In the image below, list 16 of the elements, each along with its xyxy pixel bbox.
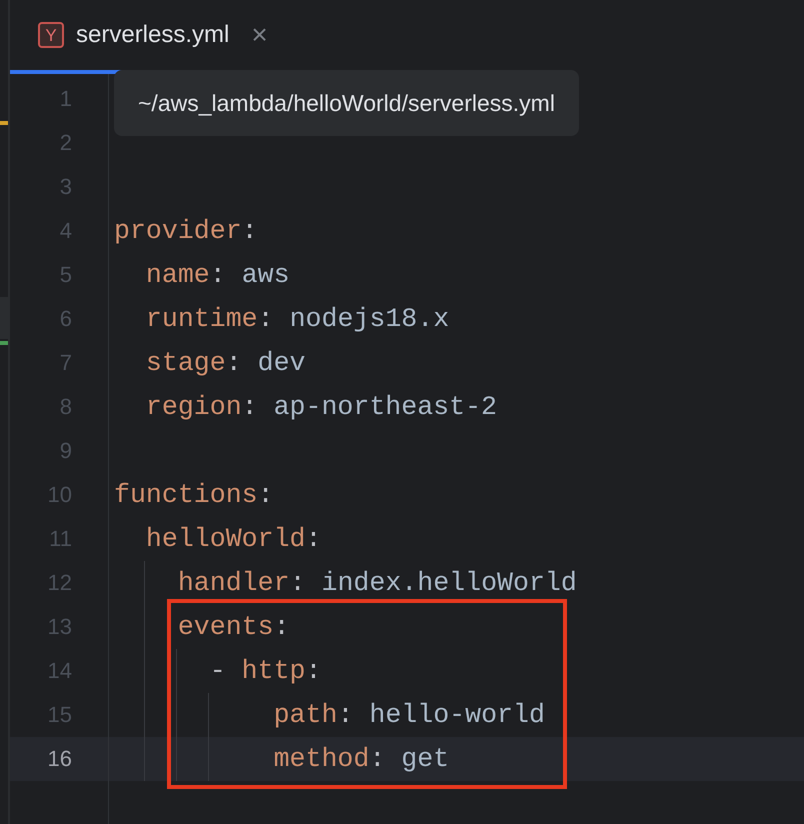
- yaml-file-icon: Y: [38, 22, 64, 48]
- code-line: path: hello-world: [272, 700, 545, 730]
- close-icon[interactable]: ×: [251, 21, 268, 49]
- path-tooltip: ~/aws_lambda/helloWorld/serverless.yml: [114, 70, 579, 136]
- code-line: handler: index.helloWorld: [176, 568, 577, 598]
- code-line: runtime: nodejs18.x: [144, 304, 450, 334]
- line-number: 16: [46, 746, 72, 772]
- code-line: region: ap-northeast-2: [144, 392, 498, 422]
- code-line: - http:: [208, 656, 322, 686]
- code-line: name: aws: [144, 260, 290, 290]
- code-line: stage: dev: [144, 348, 306, 378]
- code-line: helloWorld:: [144, 524, 322, 554]
- code-line: provider:: [113, 216, 258, 246]
- code-line: events:: [176, 612, 290, 642]
- code-line: method: get: [272, 744, 450, 774]
- code-line: functions:: [113, 480, 274, 510]
